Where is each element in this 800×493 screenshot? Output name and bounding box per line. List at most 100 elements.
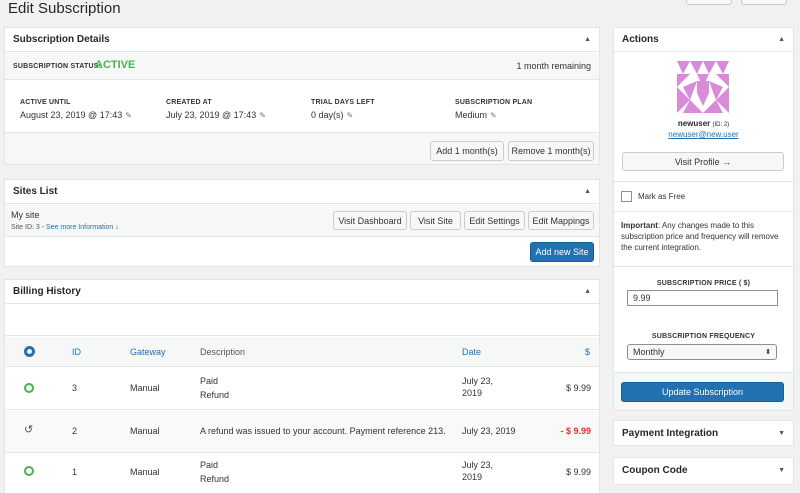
- expand-icon[interactable]: ▼: [778, 430, 785, 437]
- avatar: [677, 61, 729, 113]
- active-until-label: ACTIVE UNTIL: [20, 99, 71, 106]
- add-month-button[interactable]: Add 1 month(s): [430, 141, 504, 161]
- see-more-link[interactable]: See more Information ↓: [46, 224, 119, 231]
- site-id-text: Site ID: 3 -: [11, 224, 47, 231]
- coupon-code-title: Coupon Code: [622, 464, 688, 476]
- user-id: (ID: 2): [712, 122, 730, 128]
- subscription-details-title: Subscription Details: [13, 34, 110, 45]
- active-until-field: August 23, 2019 @ 17:43 ✎: [20, 110, 132, 120]
- divider: [614, 266, 793, 267]
- screen-options-button[interactable]: [686, 0, 732, 5]
- row-date: July 23,: [462, 460, 494, 470]
- row-id: 3: [72, 383, 78, 393]
- collapse-icon[interactable]: ▲: [584, 288, 591, 295]
- table-row: ↺ 2 Manual A refund was issued to your a…: [5, 411, 599, 453]
- user-email-link[interactable]: newuser@new.user: [614, 130, 793, 139]
- billing-history-panel: Billing History ▲ ID Gateway Description…: [4, 279, 600, 493]
- plan-label: SUBSCRIPTION PLAN: [455, 99, 533, 106]
- column-date[interactable]: Date: [462, 347, 481, 357]
- visit-dashboard-button[interactable]: Visit Dashboard: [333, 211, 407, 230]
- edit-pencil-icon[interactable]: ✎: [490, 111, 497, 120]
- divider: [614, 211, 793, 212]
- billing-history-title: Billing History: [13, 286, 81, 297]
- row-date-year: 2019: [462, 472, 483, 482]
- important-notice: Important: Any changes made to this subs…: [621, 220, 787, 253]
- column-id[interactable]: ID: [72, 347, 81, 357]
- frequency-select[interactable]: Monthly ⬍: [627, 344, 777, 360]
- created-at-field: July 23, 2019 @ 17:43 ✎: [166, 110, 266, 120]
- row-description: A refund was issued to your account. Pay…: [200, 426, 446, 436]
- actions-panel: Actions ▲ newuser (ID: 2) newuser@new.us…: [613, 27, 794, 411]
- row-amount: $ 9.99: [565, 467, 591, 477]
- active-until-value: August 23, 2019 @ 17:43: [20, 110, 123, 120]
- refund-link[interactable]: Refund: [200, 474, 229, 484]
- created-at-label: CREATED AT: [166, 99, 212, 106]
- row-gateway: Manual: [130, 383, 160, 393]
- edit-settings-button[interactable]: Edit Settings: [464, 211, 525, 230]
- actions-title: Actions: [622, 34, 659, 45]
- status-bar: SUBSCRIPTION STATUS: ACTIVE 1 month rema…: [5, 53, 599, 80]
- row-date: July 23, 2019: [462, 426, 516, 436]
- page-title: Edit Subscription: [8, 0, 121, 17]
- help-button[interactable]: [741, 0, 787, 5]
- mark-as-free-label: Mark as Free: [638, 192, 686, 201]
- row-date: July 23,: [462, 376, 494, 386]
- update-subscription-button[interactable]: Update Subscription: [621, 382, 784, 402]
- column-description: Description: [200, 347, 246, 357]
- price-input[interactable]: 9.99: [627, 290, 778, 306]
- refund-link[interactable]: Refund: [200, 390, 229, 400]
- select-all-icon[interactable]: [24, 346, 35, 357]
- divider: [614, 181, 793, 182]
- plan-field: Medium ✎: [455, 110, 497, 120]
- subscription-details-header[interactable]: Subscription Details ▲: [5, 28, 599, 52]
- subscription-details-panel: Subscription Details ▲ SUBSCRIPTION STAT…: [4, 27, 600, 165]
- table-row: 3 Manual Paid Refund July 23, 2019 $ 9.9…: [5, 368, 599, 410]
- sites-list-header[interactable]: Sites List ▲: [5, 180, 599, 204]
- visit-site-button[interactable]: Visit Site: [410, 211, 461, 230]
- price-label: SUBSCRIPTION PRICE ( $): [656, 280, 751, 287]
- coupon-code-panel: Coupon Code ▼: [613, 457, 794, 485]
- mark-as-free-checkbox[interactable]: [621, 191, 632, 202]
- paid-status-icon: [24, 466, 34, 476]
- payment-integration-title: Payment Integration: [622, 427, 719, 439]
- row-description: Paid: [200, 376, 219, 386]
- trial-days-field: 0 day(s) ✎: [311, 110, 353, 120]
- row-description: Paid: [200, 460, 219, 470]
- edit-pencil-icon[interactable]: ✎: [259, 111, 266, 120]
- row-id: 1: [72, 467, 78, 477]
- refund-status-icon: ↺: [24, 424, 34, 436]
- coupon-code-header[interactable]: Coupon Code ▼: [614, 458, 793, 482]
- user-info: newuser (ID: 2): [614, 119, 793, 128]
- edit-pencil-icon[interactable]: ✎: [125, 111, 132, 120]
- plan-value: Medium: [455, 110, 488, 120]
- billing-history-header[interactable]: Billing History ▲: [5, 280, 599, 304]
- row-amount: - $ 9.99: [560, 426, 591, 436]
- payment-integration-header[interactable]: Payment Integration ▼: [614, 421, 793, 445]
- remove-month-button[interactable]: Remove 1 month(s): [508, 141, 594, 161]
- actions-header[interactable]: Actions ▲: [614, 28, 793, 52]
- row-id: 2: [72, 426, 78, 436]
- column-amount[interactable]: $: [585, 347, 590, 357]
- frequency-value: Monthly: [633, 347, 665, 357]
- expand-icon[interactable]: ▼: [778, 467, 785, 474]
- column-gateway[interactable]: Gateway: [130, 347, 166, 357]
- site-name: My site: [11, 210, 40, 220]
- collapse-icon[interactable]: ▲: [584, 188, 591, 195]
- collapse-icon[interactable]: ▲: [778, 36, 785, 43]
- row-amount: $ 9.99: [565, 383, 591, 393]
- created-at-value: July 23, 2019 @ 17:43: [166, 110, 257, 120]
- select-arrows-icon: ⬍: [765, 349, 771, 356]
- status-label: SUBSCRIPTION STATUS:: [13, 63, 102, 70]
- important-label: Important: [621, 221, 658, 230]
- site-meta: Site ID: 3 - See more Information ↓: [11, 224, 119, 231]
- collapse-icon[interactable]: ▲: [584, 36, 591, 43]
- billing-table-header: ID Gateway Description Date $: [5, 337, 599, 367]
- visit-profile-button[interactable]: Visit Profile →: [622, 152, 784, 171]
- edit-mappings-button[interactable]: Edit Mappings: [528, 211, 594, 230]
- trial-days-value: 0 day(s): [311, 110, 344, 120]
- row-date-year: 2019: [462, 388, 483, 398]
- payment-integration-panel: Payment Integration ▼: [613, 420, 794, 446]
- edit-pencil-icon[interactable]: ✎: [347, 111, 354, 120]
- table-row: 1 Manual Paid Refund July 23, 2019 $ 9.9…: [5, 454, 599, 493]
- add-new-site-button[interactable]: Add new Site: [530, 242, 594, 262]
